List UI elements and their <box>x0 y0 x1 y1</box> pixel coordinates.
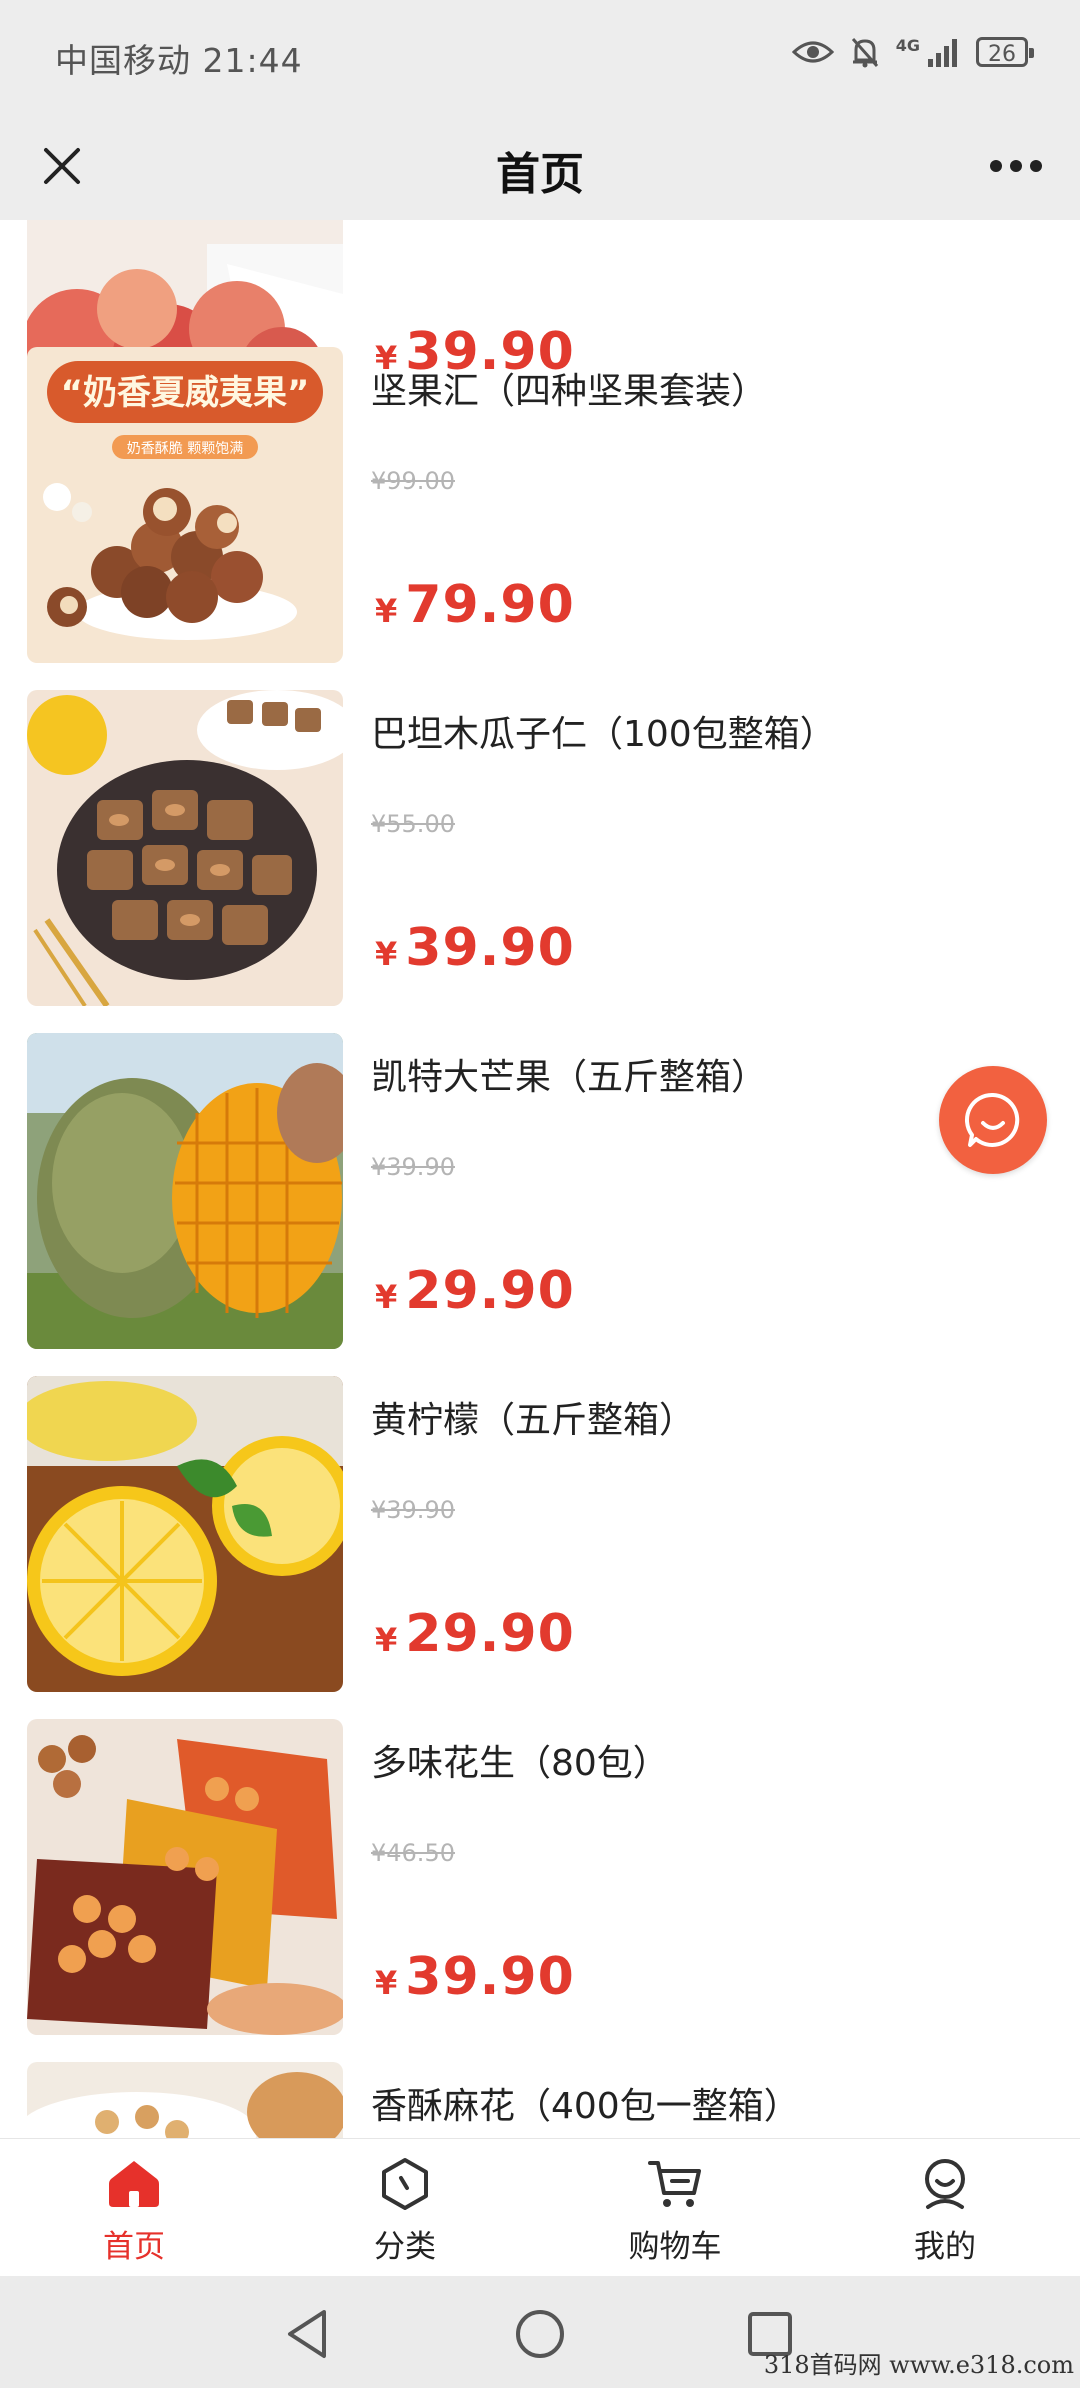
tab-cart-label: 购物车 <box>628 2229 722 2265</box>
status-icons: 4G 26 <box>791 35 1034 68</box>
product-image-almond-crisps[interactable] <box>27 690 343 1006</box>
product-card[interactable]: “奶香夏威夷果” 奶香酥脆 颗颗饱满 坚果汇（四种坚果套装） ¥99.00 ¥7… <box>0 347 1080 690</box>
close-icon <box>44 148 80 184</box>
home-circle-icon[interactable] <box>512 2306 568 2362</box>
tab-home[interactable]: 首页 <box>34 2157 234 2267</box>
watermark-text: 318首码网 www.e318.com <box>763 2351 1074 2379</box>
back-triangle-icon[interactable] <box>280 2306 336 2362</box>
bell-off-icon <box>851 38 878 68</box>
product-price: ¥39.90 <box>375 1947 575 2007</box>
banner-subtext: 奶香酥脆 颗颗饱满 <box>127 440 243 457</box>
tab-home-label: 首页 <box>103 2229 165 2265</box>
cart-icon <box>648 2161 701 2207</box>
product-original-price: ¥46.50 <box>371 1839 455 1867</box>
product-image-mahua[interactable] <box>27 2062 343 2138</box>
tab-category[interactable]: 分类 <box>305 2157 505 2267</box>
more-button[interactable] <box>980 134 1052 198</box>
eye-icon <box>791 41 834 63</box>
tab-cart[interactable]: 购物车 <box>575 2157 775 2267</box>
network-type: 4G <box>895 35 920 55</box>
product-name: 香酥麻花（400包一整箱） <box>371 2086 800 2127</box>
product-price: ¥39.90 <box>375 918 575 978</box>
nav-bar: 首页 <box>0 112 1080 220</box>
product-original-price: ¥55.00 <box>371 810 455 838</box>
battery-level: 26 <box>988 42 1016 67</box>
product-price: ¥79.90 <box>375 575 575 635</box>
product-image-mango[interactable] <box>27 1033 343 1349</box>
system-nav-bar: 318首码网 www.e318.com <box>0 2276 1080 2388</box>
product-price: ¥29.90 <box>375 1604 575 1664</box>
tab-profile[interactable]: 我的 <box>845 2157 1045 2267</box>
product-name: 黄柠檬（五斤整箱） <box>371 1400 696 1441</box>
product-image-macadamia[interactable]: “奶香夏威夷果” 奶香酥脆 颗颗饱满 <box>27 347 343 663</box>
tab-category-label: 分类 <box>374 2229 436 2265</box>
carrier-time: 中国移动 21:44 <box>55 41 303 80</box>
product-image-peanut-packs[interactable] <box>27 1719 343 2035</box>
product-original-price: ¥99.00 <box>371 467 455 495</box>
more-dots-icon <box>990 160 1042 172</box>
product-card[interactable]: 多味花生（80包） ¥46.50 ¥39.90 <box>0 1719 1080 2062</box>
product-card[interactable]: 巴坦木瓜子仁（100包整箱） ¥55.00 ¥39.90 <box>0 690 1080 1033</box>
product-original-price: ¥39.90 <box>371 1153 455 1181</box>
battery-icon: 26 <box>976 37 1034 67</box>
product-name: 凯特大芒果（五斤整箱） <box>371 1057 768 1098</box>
profile-icon <box>925 2159 965 2209</box>
product-name: 坚果汇（四种坚果套装） <box>371 371 768 412</box>
bottom-tab-bar: 首页 分类 购物车 我的 <box>0 2138 1080 2277</box>
product-card[interactable]: 黄柠檬（五斤整箱） ¥39.90 ¥29.90 <box>0 1376 1080 1719</box>
signal-icon <box>928 39 957 67</box>
product-original-price: ¥39.90 <box>371 1496 455 1524</box>
product-list[interactable]: ¥39.90 “奶香夏威夷果” 奶香酥脆 颗颗饱满 坚果汇（四种坚果套装） ¥9… <box>0 220 1080 2138</box>
chat-bubble-icon <box>964 1092 1020 1147</box>
banner-text: “奶香夏威夷果” <box>61 373 310 413</box>
page-title: 首页 <box>496 149 584 200</box>
product-price: ¥29.90 <box>375 1261 575 1321</box>
category-icon <box>382 2158 428 2210</box>
close-button[interactable] <box>30 134 94 198</box>
customer-service-button[interactable] <box>939 1066 1047 1174</box>
product-card[interactable]: 凯特大芒果（五斤整箱） ¥39.90 ¥29.90 <box>0 1033 1080 1376</box>
status-bar: 中国移动 21:44 4G 26 <box>0 0 1080 112</box>
product-name: 巴坦木瓜子仁（100包整箱） <box>371 714 836 755</box>
product-image-lemons[interactable] <box>27 1376 343 1692</box>
tab-profile-label: 我的 <box>914 2229 976 2265</box>
home-icon <box>109 2161 159 2207</box>
product-name: 多味花生（80包） <box>371 1743 669 1784</box>
product-card[interactable]: 香酥麻花（400包一整箱） <box>0 2062 1080 2138</box>
